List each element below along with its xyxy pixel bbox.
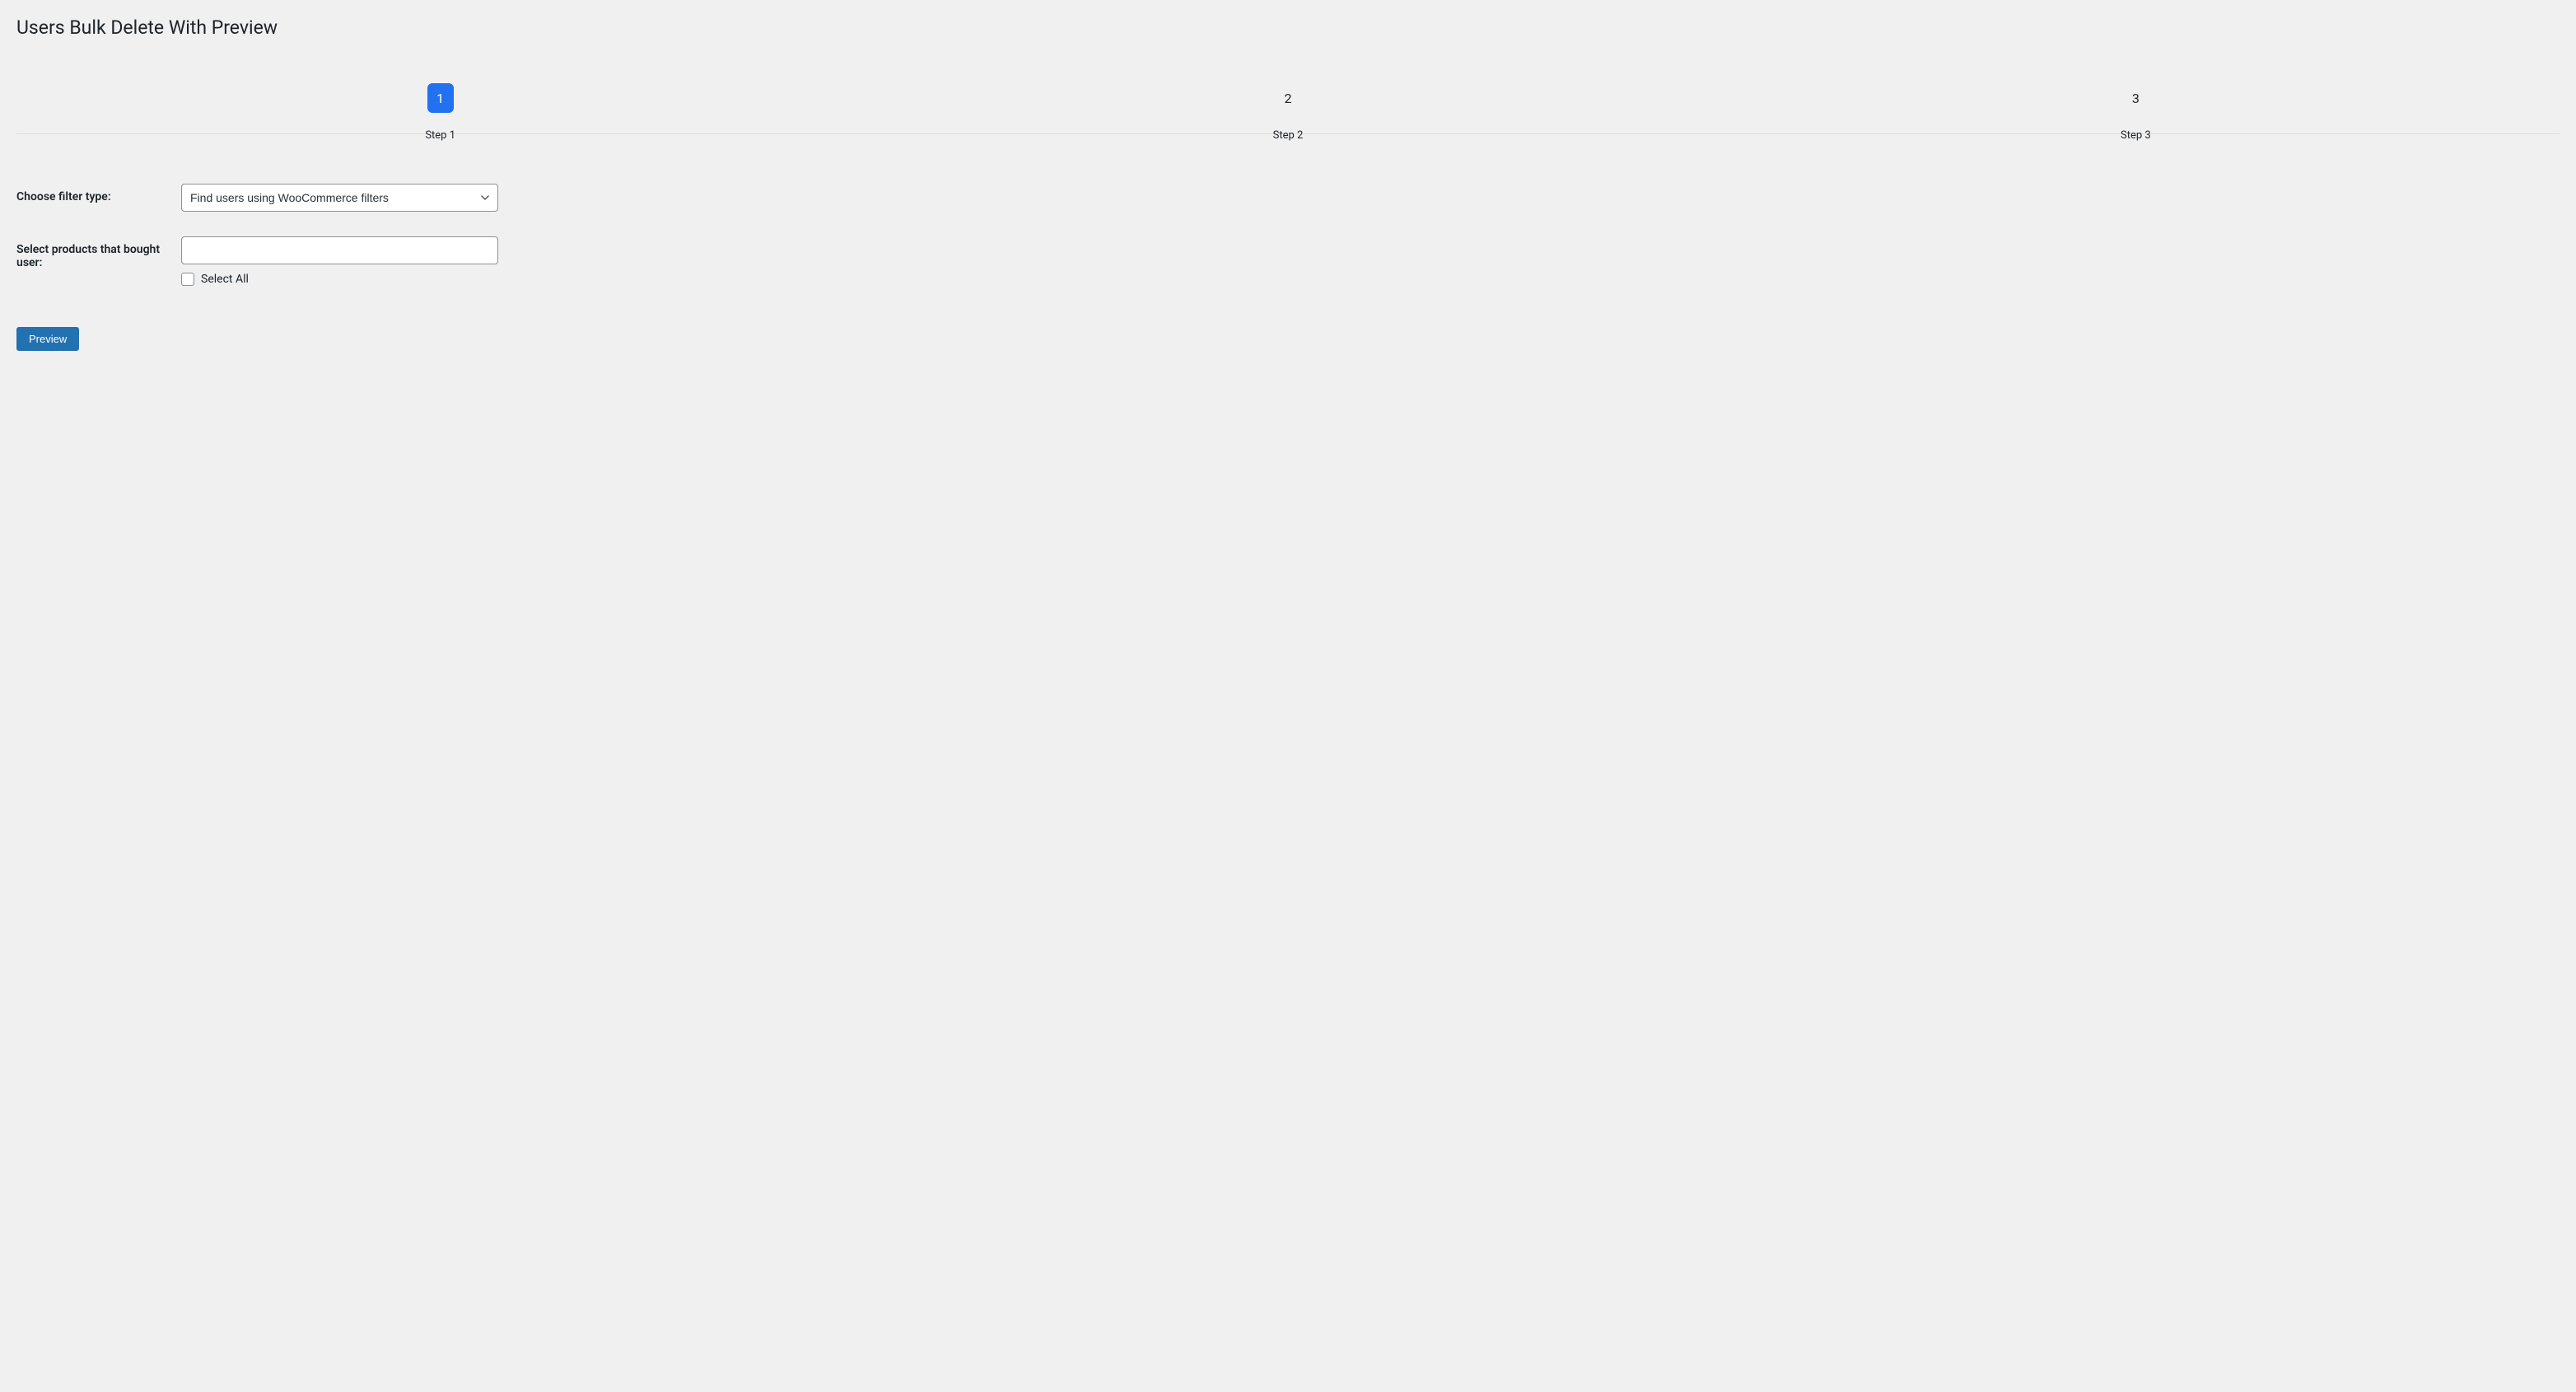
filter-type-label: Choose filter type: [16, 184, 181, 203]
step-2[interactable]: 2 Step 2 [864, 80, 1711, 133]
preview-button[interactable]: Preview [16, 327, 79, 351]
step-3[interactable]: 3 Step 3 [1712, 80, 2560, 133]
step-1-label: Step 1 [425, 129, 455, 142]
filter-type-row: Choose filter type: Find users using Woo… [16, 184, 2560, 212]
step-1-number: 1 [427, 83, 454, 113]
stepper: 1 Step 1 2 Step 2 3 Step 3 [16, 80, 2560, 134]
filter-type-select[interactable]: Find users using WooCommerce filters [181, 184, 498, 212]
filter-type-select-wrap: Find users using WooCommerce filters [181, 184, 498, 212]
step-2-label: Step 2 [1273, 129, 1304, 142]
step-3-label: Step 3 [2121, 129, 2151, 142]
select-all-label[interactable]: Select All [201, 273, 249, 286]
products-input[interactable] [181, 236, 498, 264]
step-2-number: 2 [1275, 83, 1301, 113]
page-title: Users Bulk Delete With Preview [16, 16, 2560, 39]
products-label: Select products that bought user: [16, 236, 181, 269]
step-3-number: 3 [2122, 83, 2149, 113]
select-all-checkbox[interactable] [181, 273, 194, 286]
step-1[interactable]: 1 Step 1 [16, 80, 864, 133]
select-all-row: Select All [181, 273, 498, 286]
products-row: Select products that bought user: Select… [16, 236, 2560, 286]
